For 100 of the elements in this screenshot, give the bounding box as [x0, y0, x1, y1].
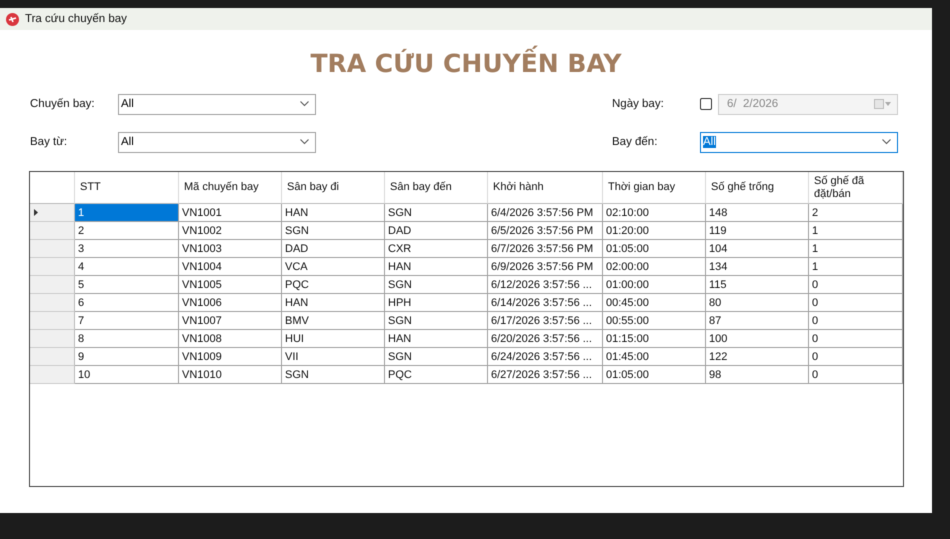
field-label: Bay đến: [612, 136, 658, 148]
table-cell: DAD [385, 222, 488, 240]
table-cell: CXR [385, 240, 488, 258]
column-header[interactable]: Số ghế đã đặt/bán [809, 172, 903, 204]
table-cell: 10 [75, 366, 179, 384]
table-cell: VN1008 [179, 330, 282, 348]
table-cell: 87 [706, 312, 809, 330]
row-header[interactable] [30, 204, 75, 222]
table-cell: PQC [282, 276, 385, 294]
table-cell: 1 [809, 222, 903, 240]
table-cell: PQC [385, 366, 488, 384]
table-cell: 0 [809, 366, 903, 384]
table-cell: VCA [282, 258, 385, 276]
table-cell: VN1004 [179, 258, 282, 276]
chevron-down-icon[interactable] [300, 101, 309, 107]
table-cell: 0 [809, 294, 903, 312]
column-header[interactable]: Sân bay đi [282, 172, 385, 204]
column-header[interactable]: Thời gian bay [603, 172, 706, 204]
table-cell: HPH [385, 294, 488, 312]
table-cell: VN1009 [179, 348, 282, 366]
table-cell: 02:10:00 [603, 204, 706, 222]
table-cell: 6/5/2026 3:57:56 PM [488, 222, 603, 240]
table-cell: 6/27/2026 3:57:56 ... [488, 366, 603, 384]
row-header[interactable] [30, 276, 75, 294]
dropdown[interactable]: All [700, 132, 898, 152]
field-label: Chuyến bay: [30, 98, 96, 110]
table-cell: 6/14/2026 3:57:56 ... [488, 294, 603, 312]
table-cell: VN1010 [179, 366, 282, 384]
table-cell: 01:20:00 [603, 222, 706, 240]
table-cell: 6/12/2026 3:57:56 ... [488, 276, 603, 294]
column-header[interactable]: STT [75, 172, 179, 204]
table-cell: HAN [282, 204, 385, 222]
table-cell: 6/4/2026 3:57:56 PM [488, 204, 603, 222]
table-cell: 104 [706, 240, 809, 258]
table-cell: 6/20/2026 3:57:56 ... [488, 330, 603, 348]
row-header[interactable] [30, 312, 75, 330]
column-header[interactable]: Mã chuyến bay [179, 172, 282, 204]
table-cell: 100 [706, 330, 809, 348]
table-cell: VN1007 [179, 312, 282, 330]
window-title: Tra cứu chuyến bay [25, 13, 127, 25]
table-cell: 80 [706, 294, 809, 312]
table-cell: 01:00:00 [603, 276, 706, 294]
table-cell: 3 [75, 240, 179, 258]
table-cell: 00:55:00 [603, 312, 706, 330]
row-header[interactable] [30, 294, 75, 312]
table-cell: 1 [809, 240, 903, 258]
table-cell: SGN [282, 366, 385, 384]
row-header[interactable] [30, 240, 75, 258]
field-label: Bay từ: [30, 136, 68, 148]
table-cell: 4 [75, 258, 179, 276]
table-cell: VN1003 [179, 240, 282, 258]
table-cell: HAN [385, 258, 488, 276]
field-label: Ngày bay: [612, 98, 665, 110]
chevron-down-icon[interactable] [300, 139, 309, 145]
table-cell: VN1001 [179, 204, 282, 222]
table-cell: HUI [282, 330, 385, 348]
table-cell: VN1006 [179, 294, 282, 312]
table-cell: 0 [809, 330, 903, 348]
row-header[interactable] [30, 348, 75, 366]
table-cell: 1 [75, 204, 179, 222]
table-cell: BMV [282, 312, 385, 330]
row-header[interactable] [30, 222, 75, 240]
table-cell: 0 [809, 348, 903, 366]
table-cell: 122 [706, 348, 809, 366]
row-header[interactable] [30, 330, 75, 348]
table-cell: 9 [75, 348, 179, 366]
row-header[interactable] [30, 366, 75, 384]
table-cell: 6/9/2026 3:57:56 PM [488, 258, 603, 276]
column-header[interactable]: Số ghế trống [706, 172, 809, 204]
calendar-icon[interactable] [874, 99, 892, 109]
table-cell: HAN [385, 330, 488, 348]
dropdown[interactable]: All [118, 132, 316, 152]
table-cell: 8 [75, 330, 179, 348]
table-cell: 0 [809, 312, 903, 330]
table-cell: 6/7/2026 3:57:56 PM [488, 240, 603, 258]
table-cell: 01:45:00 [603, 348, 706, 366]
column-header[interactable]: Sân bay đến [385, 172, 488, 204]
table-cell: VII [282, 348, 385, 366]
table-cell: SGN [385, 312, 488, 330]
table-cell: 0 [809, 276, 903, 294]
table-cell: SGN [385, 276, 488, 294]
table-cell: 01:15:00 [603, 330, 706, 348]
table-cell: 7 [75, 312, 179, 330]
table-cell: 148 [706, 204, 809, 222]
row-header[interactable] [30, 258, 75, 276]
table-cell: SGN [385, 348, 488, 366]
table-cell: 6 [75, 294, 179, 312]
table-cell: 01:05:00 [603, 366, 706, 384]
table-cell: 6/24/2026 3:57:56 ... [488, 348, 603, 366]
current-row-icon [34, 209, 38, 216]
table-cell: SGN [282, 222, 385, 240]
chevron-down-icon[interactable] [882, 139, 891, 145]
table-cell: SGN [385, 204, 488, 222]
table-cell: HAN [282, 294, 385, 312]
table-cell: 134 [706, 258, 809, 276]
checkbox[interactable] [700, 98, 712, 110]
table-cell: 2 [809, 204, 903, 222]
table-cell: 6/17/2026 3:57:56 ... [488, 312, 603, 330]
column-header[interactable]: Khởi hành [488, 172, 603, 204]
dropdown[interactable]: All [118, 94, 316, 114]
